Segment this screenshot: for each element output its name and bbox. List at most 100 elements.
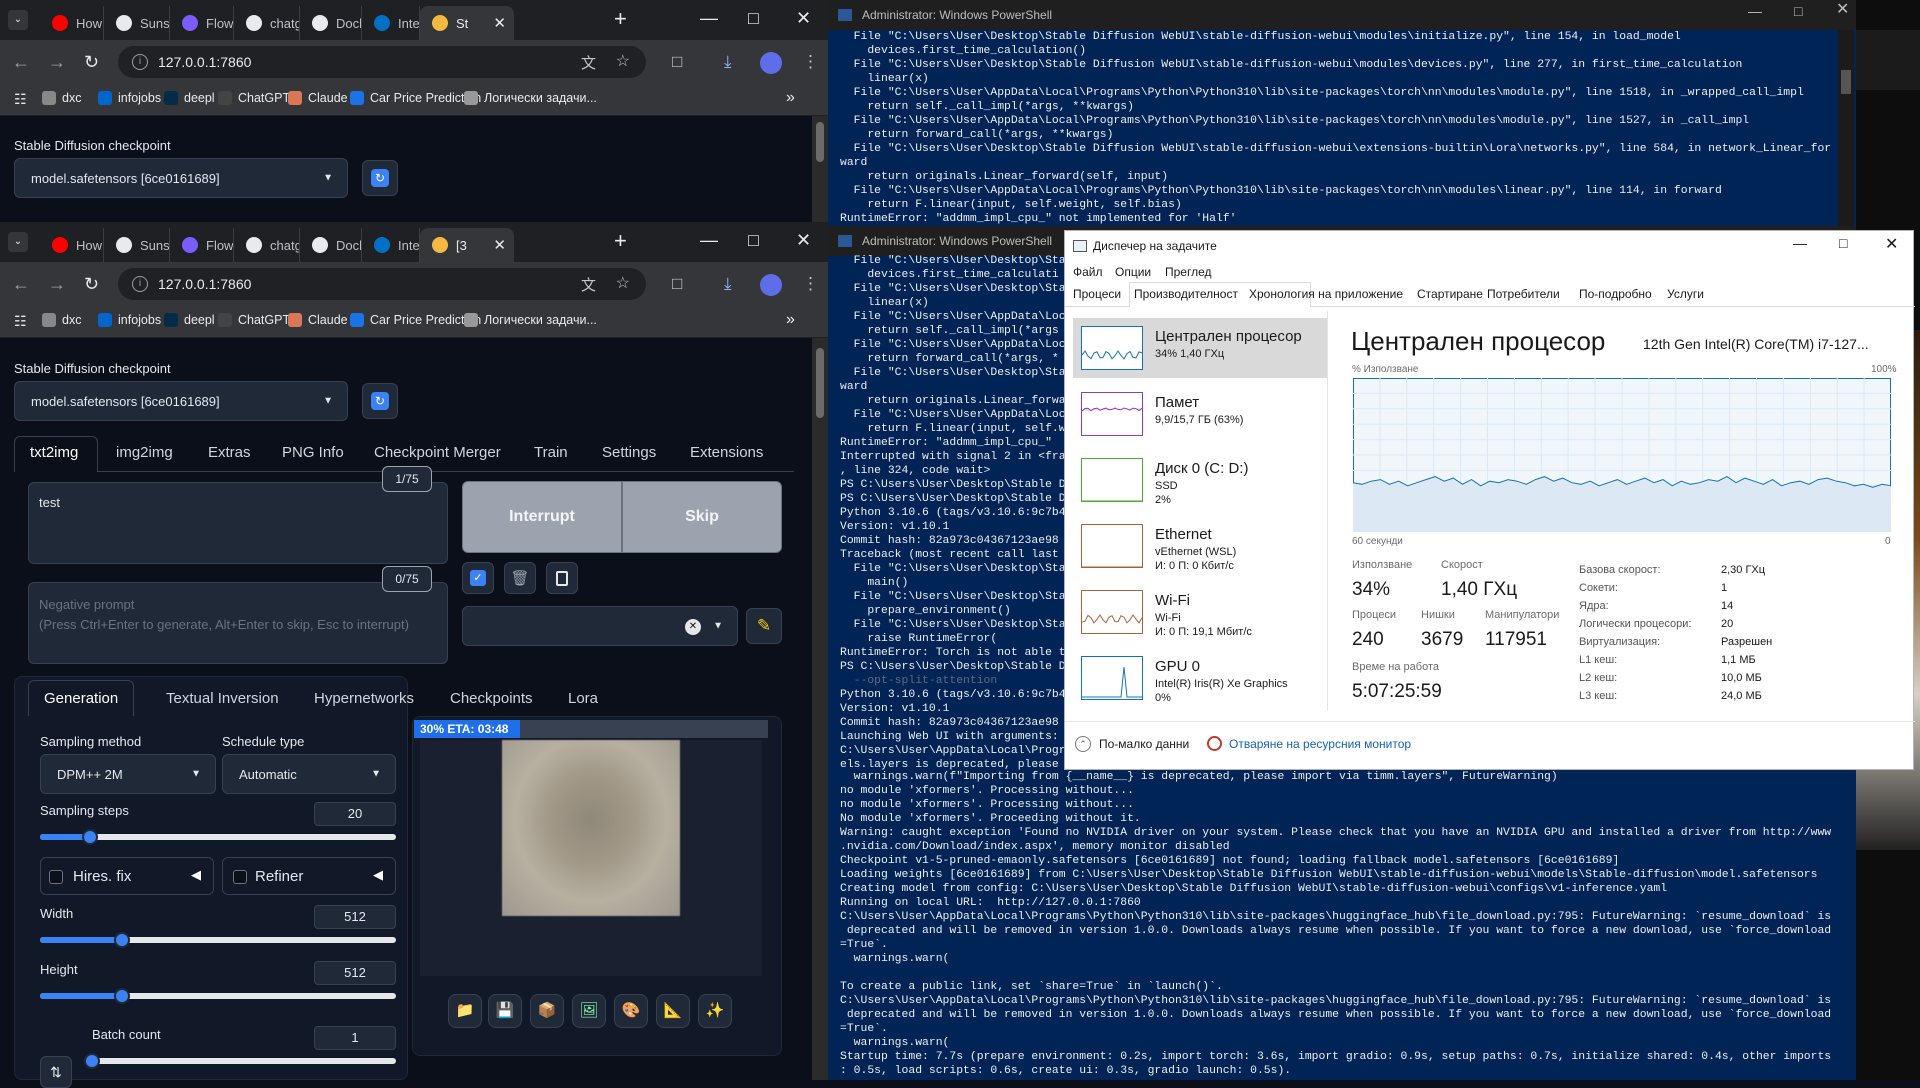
address-bar[interactable]: i 127.0.0.1:7860 文 ☆ bbox=[118, 46, 646, 78]
tab-processes[interactable]: Процеси bbox=[1073, 287, 1121, 301]
browser-tab[interactable]: How t bbox=[40, 6, 104, 40]
zip-button[interactable]: 📦 bbox=[530, 994, 564, 1028]
translate-icon[interactable]: 文 bbox=[581, 274, 596, 295]
tab-img2img[interactable]: img2img bbox=[116, 444, 173, 461]
prompt-textarea[interactable]: test bbox=[28, 482, 448, 564]
tab-details[interactable]: По-подробно bbox=[1579, 287, 1652, 301]
height-slider[interactable] bbox=[40, 988, 396, 1004]
reload-icon[interactable]: ↻ bbox=[84, 52, 99, 73]
tab-extras[interactable]: Extras bbox=[208, 444, 251, 461]
bookmark-item[interactable]: Логически задачи... bbox=[464, 313, 597, 327]
tab-users[interactable]: Потребители bbox=[1487, 287, 1560, 301]
back-icon[interactable]: ← bbox=[12, 274, 30, 295]
menu-view[interactable]: Преглед bbox=[1165, 265, 1212, 279]
tab-app-history[interactable]: Хронология на приложение bbox=[1249, 287, 1403, 301]
extensions-icon[interactable]: □ bbox=[672, 52, 682, 72]
width-input[interactable]: 512 bbox=[314, 905, 396, 929]
bookmark-item[interactable]: Car Price Prediction bbox=[350, 91, 481, 105]
edit-styles-button[interactable]: ✎ bbox=[746, 608, 782, 644]
skip-button[interactable]: Skip bbox=[622, 481, 782, 553]
refresh-checkpoint-button[interactable]: ↻ bbox=[362, 160, 398, 196]
bookmark-item[interactable]: ChatGPT bbox=[218, 313, 290, 327]
browser-tab[interactable]: Docke bbox=[300, 6, 362, 40]
scrollbar-thumb[interactable] bbox=[816, 348, 824, 418]
browser-tab[interactable]: St ✕ bbox=[420, 6, 514, 40]
browser-tab[interactable]: Flow S bbox=[170, 228, 234, 262]
tab-search-button[interactable]: ⌄ bbox=[8, 10, 28, 30]
tab-startup[interactable]: Стартиране bbox=[1417, 287, 1483, 301]
scrollbar[interactable] bbox=[1838, 30, 1854, 226]
tab-checkpoint-merger[interactable]: Checkpoint Merger bbox=[374, 444, 501, 461]
browser-tab[interactable]: Intel® bbox=[362, 6, 420, 40]
swap-dimensions-button[interactable]: ⇅ bbox=[40, 1056, 72, 1088]
site-info-icon[interactable]: i bbox=[132, 54, 148, 70]
profile-avatar[interactable] bbox=[760, 274, 782, 296]
slider-thumb[interactable] bbox=[113, 932, 130, 948]
send-to-img2img-button[interactable]: 🖼 bbox=[572, 994, 606, 1028]
minimize-button[interactable]: — bbox=[700, 8, 718, 29]
checkpoint-dropdown[interactable]: model.safetensors [6ce0161689] ▼ bbox=[14, 158, 348, 198]
minimize-button[interactable]: — bbox=[700, 230, 718, 251]
maximize-button[interactable]: □ bbox=[748, 230, 759, 251]
new-tab-button[interactable]: + bbox=[614, 6, 627, 32]
browser-window-1[interactable]: ⌄ How t Sunset Flow S chatg Docke Intel® St ✕ +… bbox=[0, 0, 828, 222]
slider-thumb[interactable] bbox=[84, 1053, 100, 1069]
new-tab-button[interactable]: + bbox=[614, 228, 627, 254]
send-to-extras-button[interactable]: 📐 bbox=[656, 994, 690, 1028]
menu-options[interactable]: Опции bbox=[1115, 265, 1151, 279]
bookmark-item[interactable]: infojobs bbox=[98, 313, 161, 327]
styles-dropdown[interactable]: ✕ ▼ bbox=[462, 606, 738, 646]
tab-checkpoints[interactable]: Checkpoints bbox=[450, 690, 533, 707]
hires-fix-accordion[interactable]: Hires. fix ◀ bbox=[40, 857, 214, 895]
refiner-accordion[interactable]: Refiner ◀ bbox=[222, 857, 396, 895]
bookmark-item[interactable]: ChatGPT bbox=[218, 91, 290, 105]
tab-train[interactable]: Train bbox=[534, 444, 568, 461]
bookmark-item[interactable]: Car Price Prediction bbox=[350, 313, 481, 327]
bookmark-item[interactable]: Логически задачи... bbox=[464, 91, 597, 105]
bookmark-item[interactable]: deepl bbox=[164, 91, 215, 105]
sampling-steps-input[interactable]: 20 bbox=[314, 802, 396, 826]
maximize-button[interactable]: □ bbox=[1794, 4, 1802, 18]
minimize-button[interactable]: — bbox=[1748, 4, 1762, 18]
bookmark-item[interactable]: Claude bbox=[288, 313, 348, 327]
bookmark-item[interactable]: dxc bbox=[42, 313, 81, 327]
bookmark-star-icon[interactable]: ☆ bbox=[616, 273, 630, 293]
task-manager-window[interactable]: Диспечер на задачите — □ ✕ Файл Опции Пр… bbox=[1064, 230, 1915, 770]
forward-icon[interactable]: → bbox=[48, 274, 66, 295]
browser-tab[interactable]: Flow S bbox=[170, 6, 234, 40]
hires-fix-checkbox[interactable] bbox=[49, 870, 63, 884]
fewer-details-link[interactable]: По-малко данни bbox=[1099, 737, 1189, 751]
menu-kebab-icon[interactable]: ⋮ bbox=[802, 52, 819, 72]
checkpoint-dropdown[interactable]: model.safetensors [6ce0161689] ▼ bbox=[14, 381, 348, 421]
refresh-checkpoint-button[interactable]: ↻ bbox=[362, 383, 398, 419]
resource-item[interactable]: Централен процесор 34% 1,40 ГХц bbox=[1073, 318, 1327, 378]
bookmark-star-icon[interactable]: ☆ bbox=[616, 51, 630, 71]
download-icon[interactable]: ⤓ bbox=[724, 52, 732, 72]
clear-prompt-button[interactable]: 🗑 bbox=[504, 562, 536, 594]
batch-count-input[interactable]: 1 bbox=[314, 1026, 396, 1050]
paste-prompt-button[interactable]: ✓ bbox=[462, 562, 494, 594]
resource-item[interactable]: Памет 9,9/15,7 ГБ (63%) bbox=[1073, 384, 1327, 444]
tab-hypernetworks[interactable]: Hypernetworks bbox=[314, 690, 414, 707]
close-button[interactable]: ✕ bbox=[1885, 234, 1898, 254]
bookmark-item[interactable]: dxc bbox=[42, 91, 81, 105]
browser-tab[interactable]: [3 ✕ bbox=[420, 228, 514, 262]
profile-avatar[interactable] bbox=[760, 52, 782, 74]
bookmark-item[interactable]: Claude bbox=[288, 91, 348, 105]
close-tab-icon[interactable]: ✕ bbox=[493, 236, 506, 254]
forward-icon[interactable]: → bbox=[48, 52, 66, 73]
page-scrollbar[interactable] bbox=[812, 338, 828, 1080]
open-resource-monitor-link[interactable]: Отваряне на ресурсния монитор bbox=[1229, 737, 1411, 751]
interrupt-button[interactable]: Interrupt bbox=[462, 481, 622, 553]
refiner-checkbox[interactable] bbox=[233, 870, 247, 884]
tab-performance[interactable]: Производителност bbox=[1134, 287, 1238, 301]
slider-thumb[interactable] bbox=[113, 988, 130, 1004]
open-folder-button[interactable]: 📁 bbox=[448, 994, 482, 1028]
tab-settings[interactable]: Settings bbox=[602, 444, 656, 461]
sampling-method-dropdown[interactable]: DPM++ 2M ▼ bbox=[40, 754, 216, 794]
bookmark-item[interactable]: infojobs bbox=[98, 91, 161, 105]
page-scrollbar[interactable] bbox=[812, 116, 828, 222]
browser-tab[interactable]: chatg bbox=[234, 6, 300, 40]
minimize-button[interactable]: — bbox=[1793, 235, 1807, 251]
schedule-type-dropdown[interactable]: Automatic ▼ bbox=[222, 754, 396, 794]
